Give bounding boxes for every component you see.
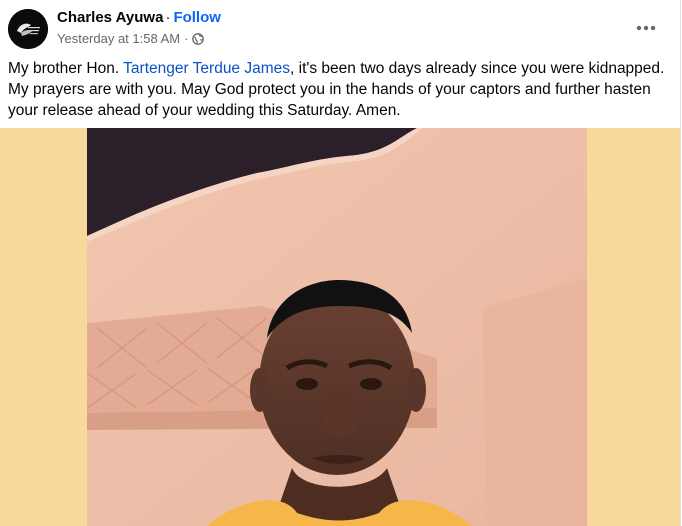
- post-meta: Yesterday at 1:58 AM ·: [57, 31, 205, 46]
- photo-backdrop: [0, 128, 680, 526]
- selfie-photo-image: [87, 128, 587, 526]
- name-separator: ·: [165, 9, 171, 26]
- more-options-button[interactable]: [632, 14, 660, 42]
- post-timestamp-link[interactable]: Yesterday at 1:58 AM: [57, 31, 180, 46]
- author-avatar[interactable]: [8, 9, 48, 49]
- post-photo[interactable]: [87, 128, 587, 526]
- follow-button[interactable]: Follow: [173, 9, 221, 26]
- meta-separator: ·: [184, 31, 189, 46]
- avatar-logo-image: [8, 9, 48, 49]
- globe-icon[interactable]: [192, 32, 205, 45]
- more-options-icon: [636, 25, 656, 31]
- post-header: Charles Ayuwa · Follow Yesterday at 1:58 A…: [0, 0, 680, 56]
- caption-text-before: My brother Hon.: [8, 60, 124, 77]
- facebook-post: Charles Ayuwa · Follow Yesterday at 1:58 A…: [0, 0, 681, 526]
- mention-link[interactable]: Tartenger Terdue James: [123, 60, 290, 77]
- author-name-link[interactable]: Charles Ayuwa: [57, 9, 163, 26]
- author-line: Charles Ayuwa · Follow: [57, 9, 221, 26]
- post-caption: My brother Hon. Tartenger Terdue James, …: [8, 58, 668, 121]
